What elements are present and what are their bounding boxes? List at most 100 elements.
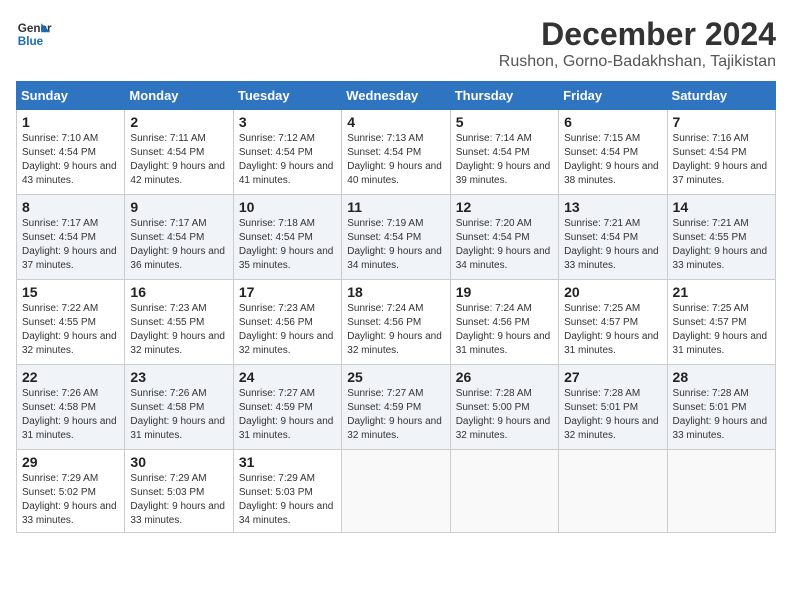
calendar-cell: 1 Sunrise: 7:10 AMSunset: 4:54 PMDayligh… <box>17 110 125 195</box>
day-info: Sunrise: 7:26 AMSunset: 4:58 PMDaylight:… <box>22 388 117 441</box>
calendar-cell: 17 Sunrise: 7:23 AMSunset: 4:56 PMDaylig… <box>233 280 341 365</box>
day-number: 21 <box>673 284 770 300</box>
svg-text:General: General <box>18 22 52 35</box>
page-subtitle: Rushon, Gorno-Badakhshan, Tajikistan <box>499 53 776 71</box>
day-number: 13 <box>564 199 661 215</box>
day-number: 12 <box>456 199 553 215</box>
day-info: Sunrise: 7:20 AMSunset: 4:54 PMDaylight:… <box>456 218 551 271</box>
calendar-cell: 19 Sunrise: 7:24 AMSunset: 4:56 PMDaylig… <box>450 280 558 365</box>
calendar-cell: 27 Sunrise: 7:28 AMSunset: 5:01 PMDaylig… <box>559 365 667 450</box>
calendar-cell: 26 Sunrise: 7:28 AMSunset: 5:00 PMDaylig… <box>450 365 558 450</box>
day-number: 14 <box>673 199 770 215</box>
day-number: 17 <box>239 284 336 300</box>
calendar-cell <box>450 450 558 533</box>
calendar-cell: 9 Sunrise: 7:17 AMSunset: 4:54 PMDayligh… <box>125 195 233 280</box>
calendar-cell: 28 Sunrise: 7:28 AMSunset: 5:01 PMDaylig… <box>667 365 775 450</box>
day-info: Sunrise: 7:12 AMSunset: 4:54 PMDaylight:… <box>239 133 334 186</box>
title-section: December 2024 Rushon, Gorno-Badakhshan, … <box>499 16 776 71</box>
calendar-cell: 4 Sunrise: 7:13 AMSunset: 4:54 PMDayligh… <box>342 110 450 195</box>
svg-text:Blue: Blue <box>18 35 44 48</box>
calendar-cell: 2 Sunrise: 7:11 AMSunset: 4:54 PMDayligh… <box>125 110 233 195</box>
day-info: Sunrise: 7:27 AMSunset: 4:59 PMDaylight:… <box>347 388 442 441</box>
calendar-cell: 15 Sunrise: 7:22 AMSunset: 4:55 PMDaylig… <box>17 280 125 365</box>
day-info: Sunrise: 7:14 AMSunset: 4:54 PMDaylight:… <box>456 133 551 186</box>
day-info: Sunrise: 7:19 AMSunset: 4:54 PMDaylight:… <box>347 218 442 271</box>
day-info: Sunrise: 7:15 AMSunset: 4:54 PMDaylight:… <box>564 133 659 186</box>
calendar-cell: 10 Sunrise: 7:18 AMSunset: 4:54 PMDaylig… <box>233 195 341 280</box>
calendar-cell: 16 Sunrise: 7:23 AMSunset: 4:55 PMDaylig… <box>125 280 233 365</box>
day-number: 6 <box>564 114 661 130</box>
calendar-cell: 30 Sunrise: 7:29 AMSunset: 5:03 PMDaylig… <box>125 450 233 533</box>
day-info: Sunrise: 7:21 AMSunset: 4:55 PMDaylight:… <box>673 218 768 271</box>
day-number: 5 <box>456 114 553 130</box>
calendar-cell <box>667 450 775 533</box>
day-number: 20 <box>564 284 661 300</box>
day-info: Sunrise: 7:17 AMSunset: 4:54 PMDaylight:… <box>130 218 225 271</box>
day-info: Sunrise: 7:23 AMSunset: 4:55 PMDaylight:… <box>130 303 225 356</box>
calendar-cell: 31 Sunrise: 7:29 AMSunset: 5:03 PMDaylig… <box>233 450 341 533</box>
calendar-cell: 12 Sunrise: 7:20 AMSunset: 4:54 PMDaylig… <box>450 195 558 280</box>
day-number: 18 <box>347 284 444 300</box>
calendar-cell: 23 Sunrise: 7:26 AMSunset: 4:58 PMDaylig… <box>125 365 233 450</box>
weekday-header-sunday: Sunday <box>17 82 125 110</box>
calendar-table: SundayMondayTuesdayWednesdayThursdayFrid… <box>16 81 776 533</box>
day-info: Sunrise: 7:18 AMSunset: 4:54 PMDaylight:… <box>239 218 334 271</box>
day-number: 29 <box>22 454 119 470</box>
day-info: Sunrise: 7:23 AMSunset: 4:56 PMDaylight:… <box>239 303 334 356</box>
logo-icon: General Blue <box>16 16 52 52</box>
day-number: 26 <box>456 369 553 385</box>
calendar-cell <box>559 450 667 533</box>
calendar-week-row: 22 Sunrise: 7:26 AMSunset: 4:58 PMDaylig… <box>17 365 776 450</box>
day-info: Sunrise: 7:29 AMSunset: 5:03 PMDaylight:… <box>130 473 225 526</box>
day-number: 25 <box>347 369 444 385</box>
calendar-cell: 8 Sunrise: 7:17 AMSunset: 4:54 PMDayligh… <box>17 195 125 280</box>
calendar-week-row: 29 Sunrise: 7:29 AMSunset: 5:02 PMDaylig… <box>17 450 776 533</box>
day-number: 23 <box>130 369 227 385</box>
day-number: 15 <box>22 284 119 300</box>
day-number: 30 <box>130 454 227 470</box>
day-info: Sunrise: 7:29 AMSunset: 5:03 PMDaylight:… <box>239 473 334 526</box>
day-info: Sunrise: 7:13 AMSunset: 4:54 PMDaylight:… <box>347 133 442 186</box>
calendar-cell: 22 Sunrise: 7:26 AMSunset: 4:58 PMDaylig… <box>17 365 125 450</box>
day-info: Sunrise: 7:26 AMSunset: 4:58 PMDaylight:… <box>130 388 225 441</box>
day-info: Sunrise: 7:22 AMSunset: 4:55 PMDaylight:… <box>22 303 117 356</box>
calendar-week-row: 8 Sunrise: 7:17 AMSunset: 4:54 PMDayligh… <box>17 195 776 280</box>
day-number: 4 <box>347 114 444 130</box>
day-info: Sunrise: 7:28 AMSunset: 5:00 PMDaylight:… <box>456 388 551 441</box>
calendar-cell: 5 Sunrise: 7:14 AMSunset: 4:54 PMDayligh… <box>450 110 558 195</box>
calendar-cell: 20 Sunrise: 7:25 AMSunset: 4:57 PMDaylig… <box>559 280 667 365</box>
day-info: Sunrise: 7:11 AMSunset: 4:54 PMDaylight:… <box>130 133 225 186</box>
day-number: 31 <box>239 454 336 470</box>
weekday-header-monday: Monday <box>125 82 233 110</box>
day-info: Sunrise: 7:17 AMSunset: 4:54 PMDaylight:… <box>22 218 117 271</box>
calendar-cell: 6 Sunrise: 7:15 AMSunset: 4:54 PMDayligh… <box>559 110 667 195</box>
weekday-header-tuesday: Tuesday <box>233 82 341 110</box>
day-number: 19 <box>456 284 553 300</box>
page-title: December 2024 <box>499 16 776 53</box>
calendar-cell: 7 Sunrise: 7:16 AMSunset: 4:54 PMDayligh… <box>667 110 775 195</box>
calendar-cell: 11 Sunrise: 7:19 AMSunset: 4:54 PMDaylig… <box>342 195 450 280</box>
day-info: Sunrise: 7:29 AMSunset: 5:02 PMDaylight:… <box>22 473 117 526</box>
day-number: 10 <box>239 199 336 215</box>
day-info: Sunrise: 7:21 AMSunset: 4:54 PMDaylight:… <box>564 218 659 271</box>
day-info: Sunrise: 7:27 AMSunset: 4:59 PMDaylight:… <box>239 388 334 441</box>
calendar-cell: 21 Sunrise: 7:25 AMSunset: 4:57 PMDaylig… <box>667 280 775 365</box>
day-number: 27 <box>564 369 661 385</box>
day-number: 8 <box>22 199 119 215</box>
day-number: 3 <box>239 114 336 130</box>
day-number: 16 <box>130 284 227 300</box>
weekday-header-thursday: Thursday <box>450 82 558 110</box>
day-number: 9 <box>130 199 227 215</box>
weekday-header-friday: Friday <box>559 82 667 110</box>
calendar-cell <box>342 450 450 533</box>
day-info: Sunrise: 7:25 AMSunset: 4:57 PMDaylight:… <box>673 303 768 356</box>
calendar-cell: 18 Sunrise: 7:24 AMSunset: 4:56 PMDaylig… <box>342 280 450 365</box>
day-number: 22 <box>22 369 119 385</box>
calendar-cell: 14 Sunrise: 7:21 AMSunset: 4:55 PMDaylig… <box>667 195 775 280</box>
day-info: Sunrise: 7:10 AMSunset: 4:54 PMDaylight:… <box>22 133 117 186</box>
header: General Blue December 2024 Rushon, Gorno… <box>16 16 776 71</box>
calendar-cell: 3 Sunrise: 7:12 AMSunset: 4:54 PMDayligh… <box>233 110 341 195</box>
calendar-week-row: 15 Sunrise: 7:22 AMSunset: 4:55 PMDaylig… <box>17 280 776 365</box>
day-number: 2 <box>130 114 227 130</box>
logo: General Blue <box>16 16 52 52</box>
